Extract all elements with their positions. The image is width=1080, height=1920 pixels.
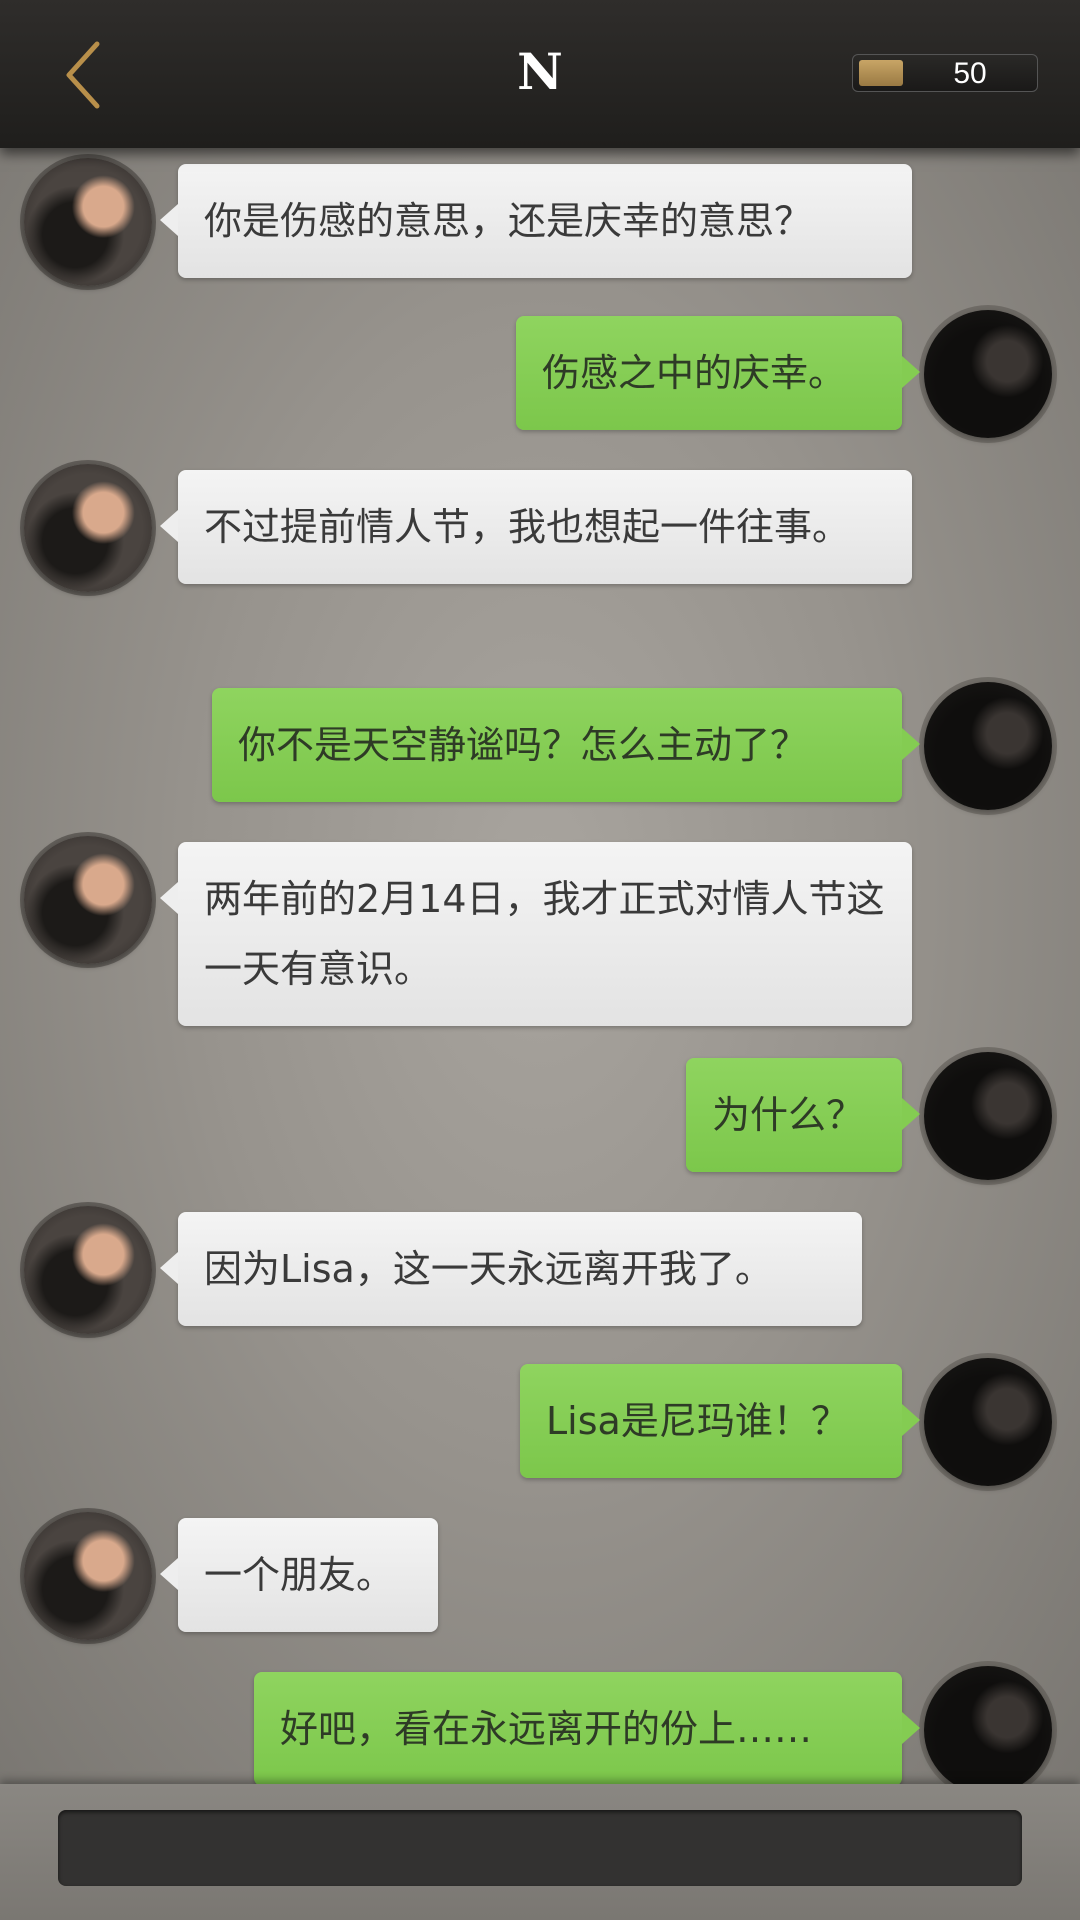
message-bubble-outgoing: 好吧，看在永远离开的份上…… [254, 1672, 920, 1784]
bottom-bar [0, 1784, 1080, 1920]
top-bar: N 50 [0, 0, 1080, 148]
message-bubble-incoming: 你是伤感的意思，还是庆幸的意思？ [160, 164, 912, 278]
chat-area[interactable]: 你是伤感的意思，还是庆幸的意思？ 伤感之中的庆幸。 不过提前情人节，我也想起一件… [0, 148, 1080, 1784]
message-bubble-outgoing: Lisa是尼玛谁！？ [520, 1364, 920, 1478]
message-bubble-incoming: 两年前的2月14日，我才正式对情人节这一天有意识。 [160, 842, 912, 1026]
contact-avatar[interactable] [24, 1206, 152, 1334]
user-avatar[interactable] [924, 1358, 1052, 1486]
gold-bar-icon [859, 60, 903, 86]
coin-count: 50 [953, 57, 987, 90]
coin-counter: 50 [852, 54, 1038, 92]
contact-avatar[interactable] [24, 158, 152, 286]
message-bubble-outgoing: 伤感之中的庆幸。 [516, 316, 920, 430]
user-avatar[interactable] [924, 682, 1052, 810]
user-avatar[interactable] [924, 1052, 1052, 1180]
message-bubble-incoming: 一个朋友。 [160, 1518, 438, 1632]
contact-avatar[interactable] [24, 464, 152, 592]
message-bubble-outgoing: 你不是天空静谧吗？怎么主动了？ [212, 688, 920, 802]
contact-avatar[interactable] [24, 1512, 152, 1640]
message-bubble-incoming: 因为Lisa，这一天永远离开我了。 [160, 1212, 862, 1326]
contact-avatar[interactable] [24, 836, 152, 964]
message-bubble-outgoing: 为什么？ [686, 1058, 920, 1172]
user-avatar[interactable] [924, 1666, 1052, 1784]
user-avatar[interactable] [924, 310, 1052, 438]
message-bubble-incoming: 不过提前情人节，我也想起一件往事。 [160, 470, 912, 584]
reply-input[interactable] [58, 1810, 1022, 1886]
